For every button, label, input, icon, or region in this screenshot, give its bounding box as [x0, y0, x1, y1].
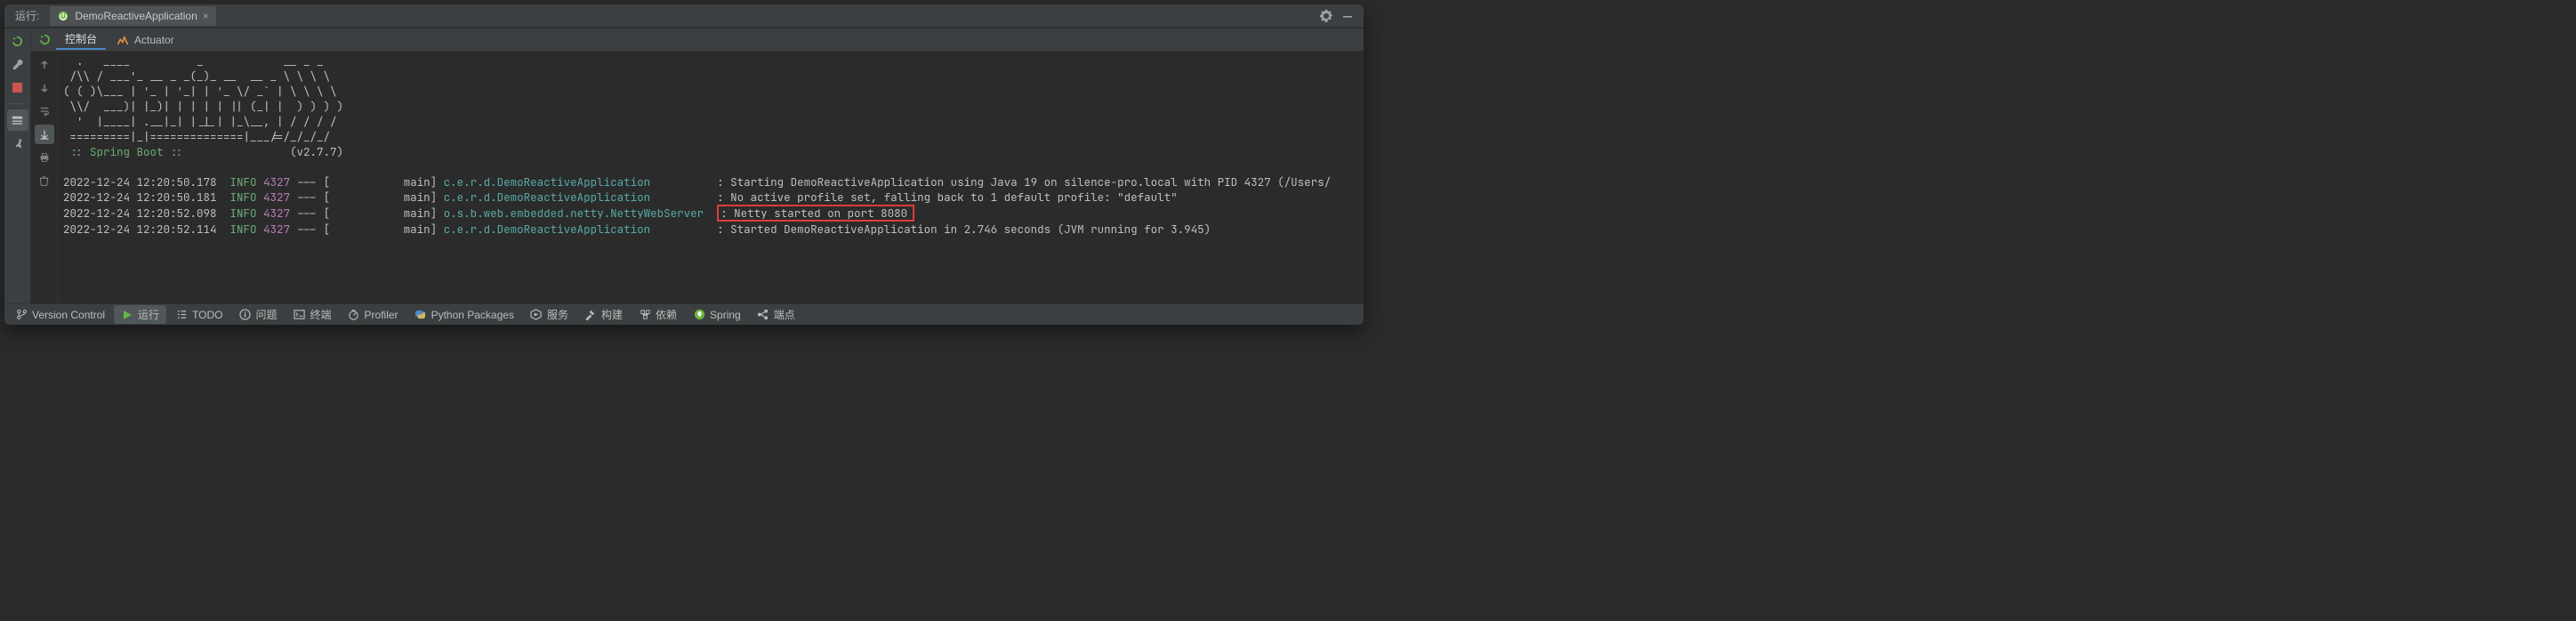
console-toolbar	[31, 52, 58, 303]
scroll-up-icon[interactable]	[35, 55, 54, 75]
scroll-to-end-icon[interactable]	[35, 125, 54, 144]
sb-dependencies[interactable]: 依赖	[632, 305, 684, 324]
terminal-icon	[294, 309, 306, 321]
sb-label: Python Packages	[431, 309, 514, 321]
sb-todo[interactable]: TODO	[168, 307, 229, 323]
console-wrap: . ____ _ __ _ _ /\\ / ___'_ __ _ _(_)_ _…	[31, 52, 1364, 303]
sb-terminal[interactable]: 终端	[286, 305, 339, 324]
run-main: 控制台 Actuator . ____	[31, 28, 1364, 303]
minimize-icon[interactable]	[1340, 9, 1355, 23]
spring-icon	[693, 309, 705, 321]
sb-label: Spring	[710, 309, 741, 321]
status-bar: Version Control 运行 TODO 问题 终端 Profiler P…	[4, 303, 1364, 325]
sb-label: 问题	[256, 307, 278, 322]
python-icon	[415, 309, 427, 321]
sb-label: 终端	[310, 307, 332, 322]
run-tool-body: 控制台 Actuator . ____	[4, 28, 1364, 303]
sb-spring[interactable]: Spring	[686, 307, 748, 323]
sb-version-control[interactable]: Version Control	[8, 307, 112, 323]
run-label: 运行:	[10, 8, 44, 23]
sb-label: 依赖	[656, 307, 677, 322]
sb-label: Profiler	[365, 309, 398, 321]
sb-label: 运行	[138, 307, 159, 322]
close-icon[interactable]: ×	[203, 10, 209, 22]
run-configuration-name: DemoReactiveApplication	[75, 10, 197, 22]
spring-boot-icon	[57, 10, 69, 22]
sb-endpoints[interactable]: 端点	[750, 305, 802, 324]
console-output[interactable]: . ____ _ __ _ _ /\\ / ___'_ __ _ _(_)_ _…	[58, 52, 1364, 303]
actuator-label: Actuator	[134, 34, 174, 46]
sb-python-packages[interactable]: Python Packages	[407, 307, 521, 323]
layout-button[interactable]	[7, 109, 28, 131]
soft-wrap-icon[interactable]	[35, 101, 54, 121]
print-icon[interactable]	[35, 148, 54, 167]
rerun-button[interactable]	[7, 30, 28, 52]
sb-run[interactable]: 运行	[114, 305, 166, 324]
sb-services[interactable]: 服务	[523, 305, 576, 324]
todo-icon	[175, 309, 188, 321]
info-icon	[239, 309, 252, 321]
sb-problems[interactable]: 问题	[232, 305, 285, 324]
pin-button[interactable]	[7, 133, 28, 154]
profiler-icon	[348, 309, 360, 321]
deps-icon	[639, 309, 651, 321]
sb-build[interactable]: 构建	[577, 305, 630, 324]
play-icon	[121, 309, 133, 321]
sb-profiler[interactable]: Profiler	[341, 307, 406, 323]
sb-label: 服务	[547, 307, 568, 322]
ide-frame: 运行: DemoReactiveApplication ×	[4, 4, 1364, 325]
separator	[9, 103, 27, 104]
gear-icon[interactable]	[1319, 9, 1333, 23]
sb-label: TODO	[192, 309, 222, 321]
sb-label: 端点	[774, 307, 795, 322]
tab-console[interactable]: 控制台	[56, 29, 106, 50]
actuator-icon	[117, 34, 129, 46]
branch-icon	[15, 309, 28, 321]
run-configuration-tab[interactable]: DemoReactiveApplication ×	[50, 6, 215, 26]
trash-icon[interactable]	[35, 171, 54, 190]
run-tool-titlebar: 运行: DemoReactiveApplication ×	[4, 4, 1364, 28]
run-subtabs: 控制台 Actuator	[31, 28, 1364, 52]
services-icon	[530, 309, 543, 321]
hammer-icon	[584, 309, 597, 321]
tab-actuator[interactable]: Actuator	[108, 32, 183, 48]
sb-label: 构建	[601, 307, 623, 322]
scroll-down-icon[interactable]	[35, 78, 54, 98]
run-left-toolbar	[4, 28, 31, 303]
endpoints-icon	[757, 309, 769, 321]
sb-label: Version Control	[32, 309, 105, 321]
restart-icon[interactable]	[35, 30, 54, 50]
stop-button[interactable]	[7, 77, 28, 98]
wrench-button[interactable]	[7, 53, 28, 75]
